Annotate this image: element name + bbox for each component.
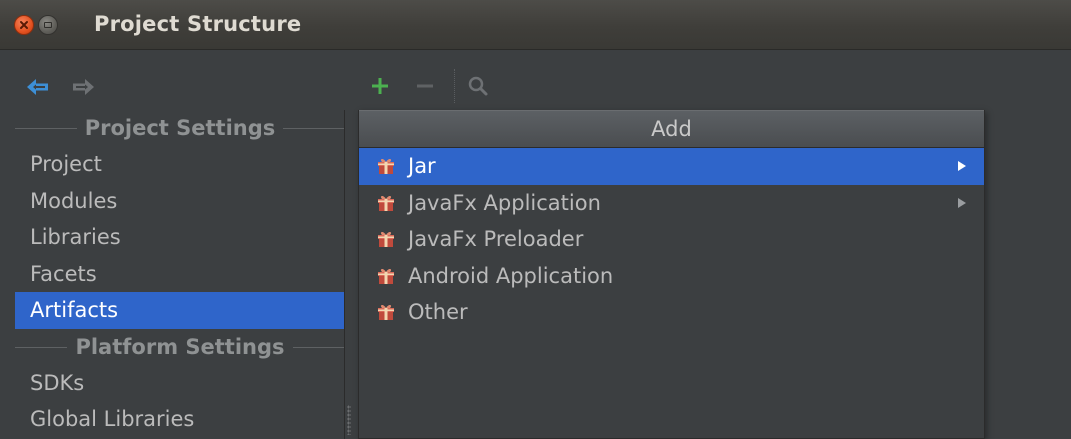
sidebar-item-facets[interactable]: Facets [15, 256, 345, 293]
splitter-handle[interactable] [347, 405, 351, 435]
panel-divider [344, 110, 345, 439]
sidebar-item-artifacts[interactable]: Artifacts [15, 292, 345, 329]
menu-item-label: JavaFx Preloader [408, 227, 584, 252]
project-settings-header: Project Settings [15, 110, 345, 146]
gift-icon [376, 266, 396, 286]
gift-icon [376, 229, 396, 249]
menu-item-label: Other [408, 300, 468, 325]
minimize-window-button[interactable] [38, 15, 58, 35]
back-arrow-icon [27, 79, 48, 95]
sidebar-item-modules[interactable]: Modules [15, 183, 345, 220]
settings-sidebar: Project Settings Project Modules Librari… [15, 110, 345, 439]
gift-icon [376, 302, 396, 322]
add-popup-menu: Add Jar JavaFx Application JavaFx Preloa… [358, 110, 985, 439]
sidebar-item-global-libraries[interactable]: Global Libraries [15, 401, 345, 438]
menu-item-label: Jar [408, 154, 436, 179]
gift-icon [376, 193, 396, 213]
toolbar-separator [454, 69, 456, 103]
plus-icon [372, 78, 388, 94]
add-button[interactable] [367, 72, 393, 100]
close-icon [20, 21, 28, 29]
project-settings-label: Project Settings [76, 116, 284, 140]
title-bar: Project Structure [0, 0, 1071, 50]
menu-item-jar[interactable]: Jar [359, 148, 984, 185]
sidebar-item-sdks[interactable]: SDKs [15, 365, 345, 402]
submenu-arrow-icon [958, 161, 966, 172]
sidebar-item-libraries[interactable]: Libraries [15, 219, 345, 256]
magnifier-icon [468, 76, 488, 96]
find-usages-button[interactable] [465, 72, 491, 100]
minimize-icon [44, 22, 52, 28]
minus-icon [417, 84, 433, 88]
remove-button[interactable] [412, 72, 438, 100]
menu-item-javafx-application[interactable]: JavaFx Application [359, 185, 984, 222]
window-title: Project Structure [94, 12, 302, 36]
sidebar-item-project[interactable]: Project [15, 146, 345, 183]
submenu-arrow-icon [958, 197, 966, 208]
close-window-button[interactable] [14, 15, 34, 35]
menu-item-label: JavaFx Application [408, 190, 601, 215]
popup-title: Add [359, 110, 984, 148]
back-button[interactable] [25, 74, 51, 100]
gift-icon [376, 156, 396, 176]
forward-arrow-icon [73, 79, 94, 95]
menu-item-android-application[interactable]: Android Application [359, 258, 984, 295]
menu-item-other[interactable]: Other [359, 294, 984, 331]
forward-button[interactable] [70, 74, 96, 100]
menu-item-javafx-preloader[interactable]: JavaFx Preloader [359, 221, 984, 258]
menu-item-label: Android Application [408, 263, 614, 288]
platform-settings-label: Platform Settings [67, 334, 293, 359]
platform-settings-header: Platform Settings [15, 329, 345, 365]
